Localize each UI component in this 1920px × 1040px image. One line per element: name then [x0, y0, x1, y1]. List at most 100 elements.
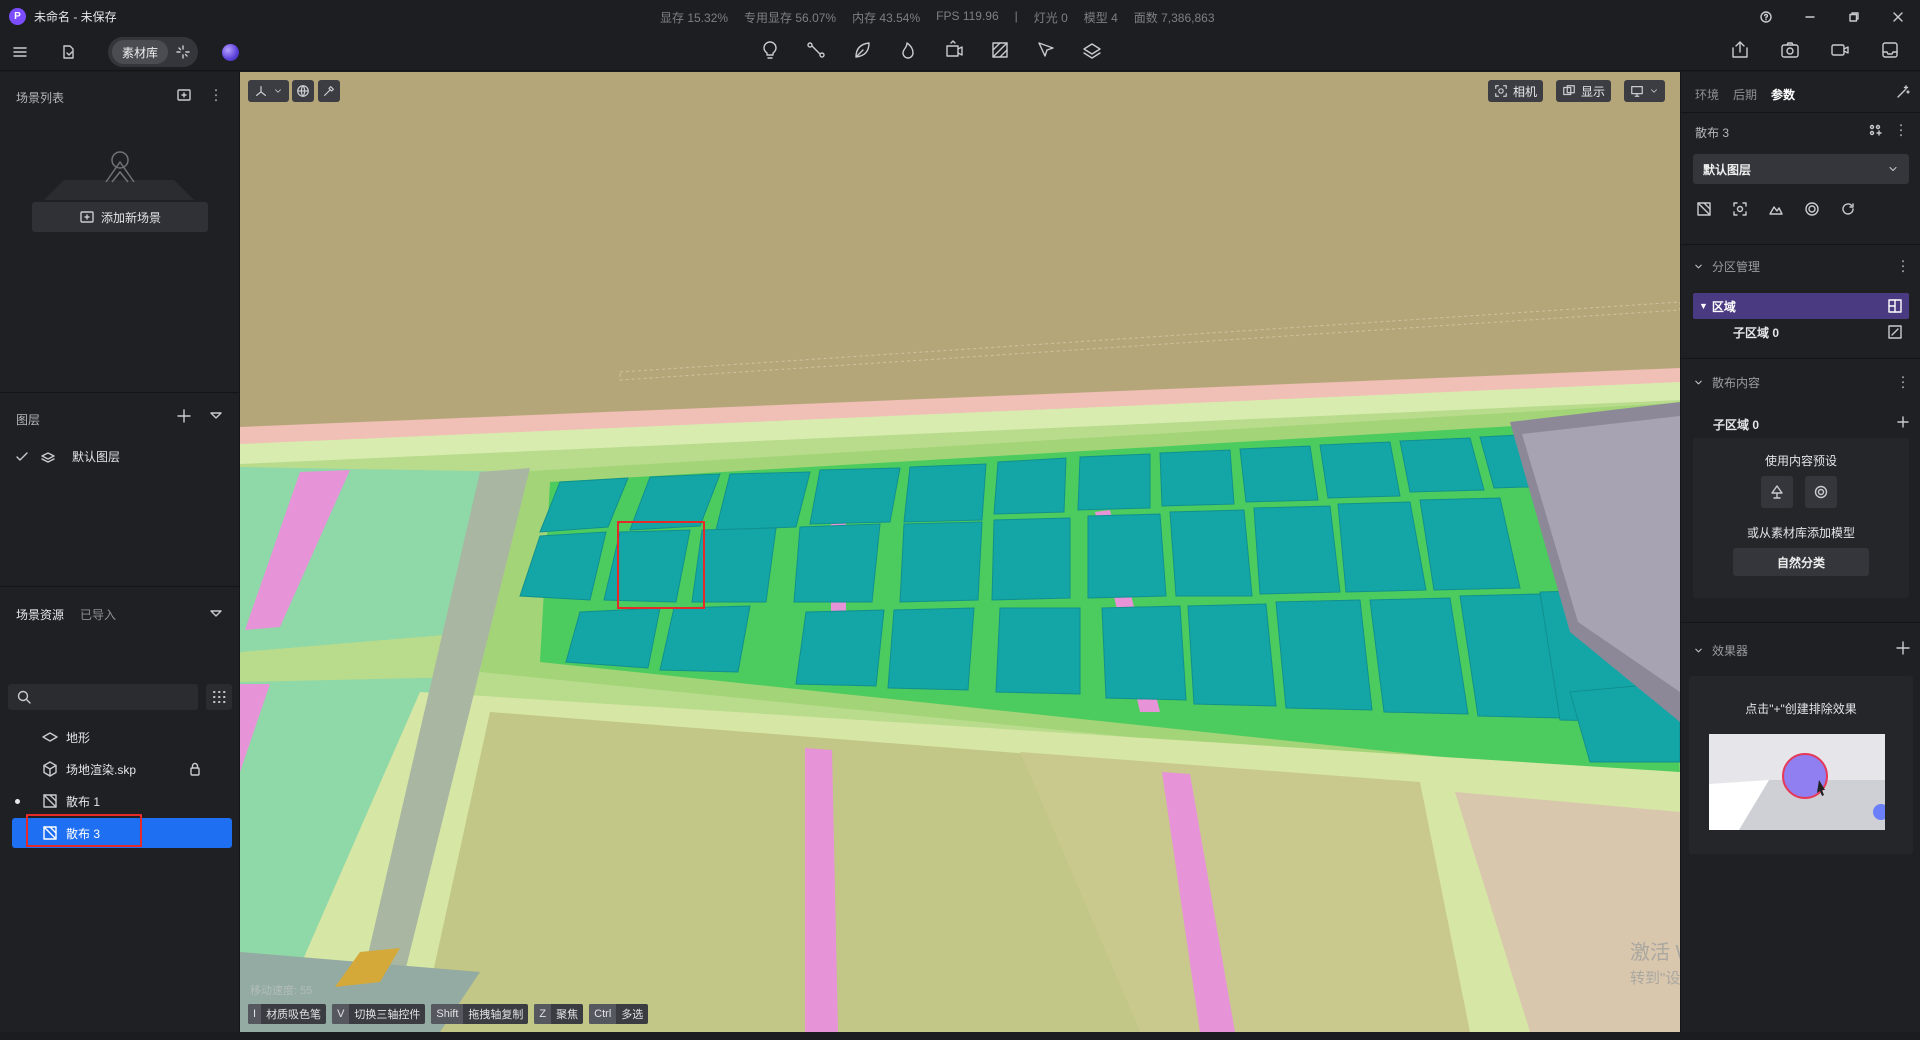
app-logo: P	[9, 8, 26, 25]
camera-button[interactable]: 相机	[1488, 80, 1544, 102]
stat-separator: |	[1014, 9, 1018, 23]
nature-category-button[interactable]: 自然分类	[1733, 548, 1869, 576]
fire-icon[interactable]	[898, 40, 918, 60]
add-scene-label: 添加新场景	[100, 210, 161, 225]
effector-card: 点击"+"创建排除效果	[1689, 676, 1913, 854]
tree-item-scatter-1[interactable]: 散布 1	[0, 786, 240, 816]
shortcut-key: V	[332, 1004, 350, 1024]
more-icon[interactable]	[1895, 258, 1911, 274]
shortcut-hint: Z 聚焦	[534, 1004, 584, 1024]
target-icon[interactable]	[1801, 198, 1823, 220]
bulb-icon[interactable]	[760, 40, 780, 60]
file-refresh-icon[interactable]	[60, 44, 76, 60]
menu-icon[interactable]	[12, 44, 28, 60]
divider	[1681, 244, 1920, 245]
window-controls	[1744, 0, 1920, 33]
tree-item-label: 场地渲染.skp	[66, 762, 137, 777]
tab-post[interactable]: 后期	[1733, 86, 1757, 103]
restore-icon[interactable]	[1832, 0, 1876, 33]
layers-title: 图层	[16, 413, 41, 427]
focus-frame-icon[interactable]	[1729, 198, 1751, 220]
help-icon[interactable]	[1744, 0, 1788, 33]
scatter-content-header[interactable]: 散布内容	[1693, 374, 1760, 391]
tab-parameters[interactable]: 参数	[1771, 86, 1795, 103]
view-options-button[interactable]	[1624, 80, 1665, 102]
shortcut-hint: I 材质吸色笔	[248, 1004, 327, 1024]
more-icon[interactable]	[1895, 374, 1911, 390]
shortcut-hint: V 切换三轴控件	[332, 1004, 426, 1024]
terrain-fill-icon[interactable]	[1765, 198, 1787, 220]
transform-mode-button[interactable]	[248, 80, 289, 102]
layers-icon[interactable]	[1082, 40, 1102, 60]
add-scene-button[interactable]: 添加新场景	[32, 202, 208, 232]
scatter-settings-icon[interactable]	[1867, 122, 1883, 138]
chevron-down-icon	[1693, 261, 1704, 272]
inbox-icon[interactable]	[1880, 40, 1900, 60]
sparkle-icon[interactable]	[168, 37, 198, 67]
camera-move-icon[interactable]	[944, 40, 964, 60]
leaf-icon[interactable]	[852, 40, 872, 60]
tab-imported[interactable]: 已导入	[80, 606, 116, 623]
path-icon[interactable]	[806, 40, 826, 60]
subregion-edit-icon[interactable]	[1887, 324, 1903, 340]
share-icon[interactable]	[1730, 40, 1750, 60]
eyedropper-button[interactable]	[318, 80, 340, 102]
lock-icon[interactable]	[187, 761, 203, 777]
layer-select-value: 默认图层	[1703, 162, 1752, 177]
effector-header[interactable]: 效果器	[1693, 642, 1748, 659]
hatch-icon[interactable]	[990, 40, 1010, 60]
layer-select[interactable]: 默认图层	[1693, 154, 1909, 184]
divider	[0, 586, 240, 587]
region-row[interactable]: ▼ 区域	[1693, 293, 1909, 319]
tree-item-label: 地形	[66, 730, 91, 745]
scatter-area-icon[interactable]	[1693, 198, 1715, 220]
more-icon[interactable]	[208, 87, 224, 103]
tab-scene-resources[interactable]: 场景资源	[16, 606, 64, 623]
add-scene-btn-icon	[79, 209, 95, 225]
zone-section-header[interactable]: 分区管理	[1693, 258, 1760, 275]
filter-icon[interactable]	[208, 408, 224, 424]
minimize-icon[interactable]	[1788, 0, 1832, 33]
property-tabs: 环境 后期 参数	[1695, 86, 1795, 103]
add-content-icon[interactable]	[1895, 414, 1911, 430]
tab-environment[interactable]: 环境	[1695, 86, 1719, 103]
screenshot-icon[interactable]	[1780, 40, 1800, 60]
resource-search-input[interactable]	[8, 684, 198, 710]
refresh-icon[interactable]	[1837, 198, 1859, 220]
close-icon[interactable]	[1876, 0, 1920, 33]
eyedropper-icon	[322, 84, 336, 98]
region-edit-icon[interactable]	[1887, 298, 1903, 314]
magic-wand-icon[interactable]	[1895, 84, 1911, 100]
camera-label: 相机	[1513, 84, 1538, 99]
material-library-button[interactable]: 素材库	[112, 40, 169, 64]
shortcut-label: 多选	[621, 1009, 644, 1021]
add-scene-icon[interactable]	[176, 87, 192, 103]
tree-preset-icon[interactable]	[1761, 476, 1793, 508]
chevron-down-icon	[1887, 163, 1899, 175]
material-orb-icon[interactable]	[222, 43, 240, 61]
camera-focus-icon	[1494, 84, 1508, 98]
subregion-row[interactable]: 子区域 0	[1693, 319, 1909, 345]
globe-button[interactable]	[292, 80, 314, 102]
cube-icon	[42, 761, 58, 777]
video-icon[interactable]	[1830, 40, 1850, 60]
layer-row-default[interactable]: 默认图层	[14, 448, 120, 465]
or-add-model-label: 或从素材库添加模型	[1746, 526, 1855, 540]
more-icon[interactable]	[1893, 122, 1909, 138]
shortcut-label: 聚焦	[556, 1009, 579, 1021]
add-layer-icon[interactable]	[176, 408, 192, 424]
resources-collapse-icon[interactable]	[208, 606, 224, 622]
scene-render[interactable]	[240, 72, 1680, 1032]
grid-view-icon[interactable]	[206, 684, 232, 710]
target-preset-icon[interactable]	[1805, 476, 1837, 508]
display-button[interactable]: 显示	[1556, 80, 1612, 102]
tree-item-terrain[interactable]: 地形	[0, 722, 240, 752]
scatter-section-title: 散布内容	[1712, 376, 1761, 390]
3d-viewport[interactable]: 相机 显示 移动速度: 55 I 材质吸色笔 V 切换三轴控件 Shift 拖拽轴复制…	[240, 72, 1680, 1032]
scatter-subregion-label: 子区域 0	[1713, 418, 1760, 432]
pen-select-icon[interactable]	[1036, 40, 1056, 60]
terrain-icon	[42, 729, 58, 745]
check-icon[interactable]	[14, 449, 30, 465]
tree-item-skp[interactable]: 场地渲染.skp	[0, 754, 240, 784]
add-effector-icon[interactable]	[1895, 640, 1911, 656]
